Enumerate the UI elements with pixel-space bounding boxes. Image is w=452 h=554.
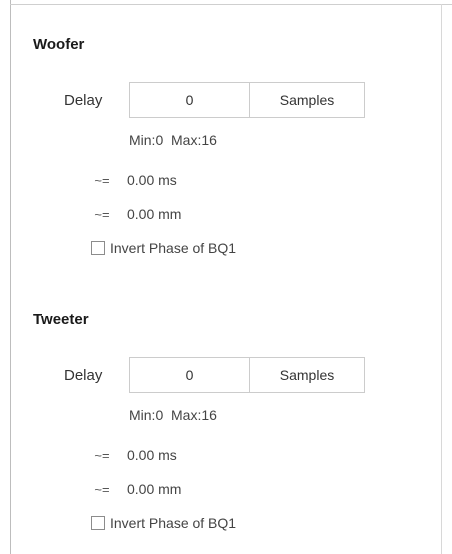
tweeter-delay-label: Delay xyxy=(64,367,103,384)
tweeter-approx-ms: 0.00 ms xyxy=(127,447,177,463)
woofer-delay-input[interactable] xyxy=(130,83,250,117)
approx-symbol: ~= xyxy=(94,481,110,497)
tweeter-invert-phase-label[interactable]: Invert Phase of BQ1 xyxy=(110,515,236,531)
tweeter-section: Tweeter Delay Samples Min:0 Max:16 ~= 0.… xyxy=(11,295,431,545)
tweeter-invert-phase-checkbox[interactable] xyxy=(91,516,105,530)
woofer-invert-phase-checkbox[interactable] xyxy=(91,241,105,255)
panel-top-border xyxy=(10,4,452,5)
woofer-approx-mm-row: ~= 0.00 mm xyxy=(85,206,181,222)
woofer-delay-range: Min:0 Max:16 xyxy=(129,132,217,148)
panel-right-border xyxy=(441,4,442,554)
woofer-title: Woofer xyxy=(33,36,85,53)
woofer-delay-label: Delay xyxy=(64,92,103,109)
tweeter-approx-ms-row: ~= 0.00 ms xyxy=(85,447,177,463)
woofer-approx-mm: 0.00 mm xyxy=(127,206,182,222)
tweeter-delay-input[interactable] xyxy=(130,358,250,392)
woofer-delay-unit: Samples xyxy=(279,92,335,108)
tweeter-invert-phase-row[interactable]: Invert Phase of BQ1 xyxy=(91,515,236,531)
tweeter-delay-control: Samples xyxy=(129,357,365,393)
tweeter-approx-mm-row: ~= 0.00 mm xyxy=(85,481,181,497)
tweeter-approx-mm: 0.00 mm xyxy=(127,481,182,497)
approx-symbol: ~= xyxy=(94,172,110,188)
tweeter-title: Tweeter xyxy=(33,311,89,328)
woofer-invert-phase-row[interactable]: Invert Phase of BQ1 xyxy=(91,240,236,256)
woofer-approx-ms: 0.00 ms xyxy=(127,172,177,188)
approx-symbol: ~= xyxy=(94,447,110,463)
woofer-section: Woofer Delay Samples Min:0 Max:16 ~= 0.0… xyxy=(11,20,431,270)
approx-symbol: ~= xyxy=(94,206,110,222)
woofer-delay-control: Samples xyxy=(129,82,365,118)
woofer-approx-ms-row: ~= 0.00 ms xyxy=(85,172,177,188)
tweeter-delay-unit: Samples xyxy=(279,367,335,383)
tweeter-delay-range: Min:0 Max:16 xyxy=(129,407,217,423)
woofer-invert-phase-label[interactable]: Invert Phase of BQ1 xyxy=(110,240,236,256)
